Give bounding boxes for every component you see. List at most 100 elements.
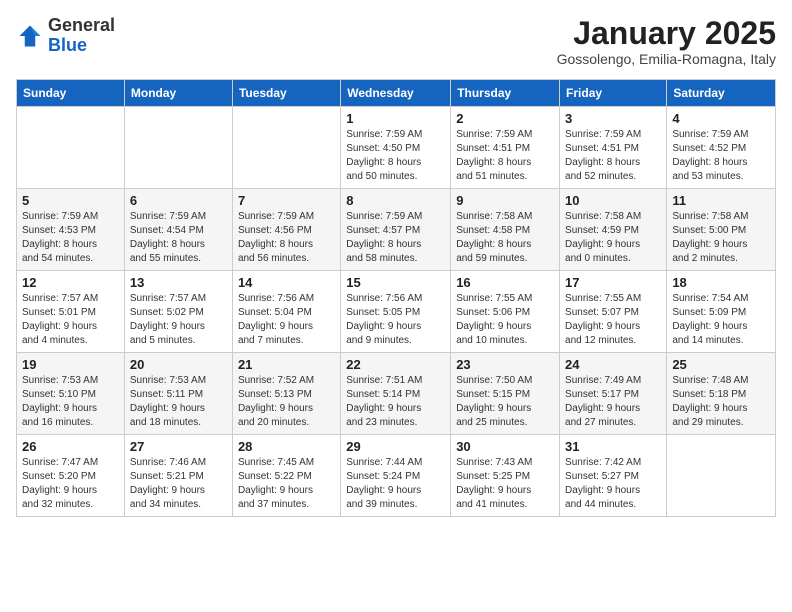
calendar-cell: 24Sunrise: 7:49 AM Sunset: 5:17 PM Dayli… (560, 353, 667, 435)
logo-icon (16, 22, 44, 50)
day-number: 12 (22, 275, 119, 290)
calendar-cell: 22Sunrise: 7:51 AM Sunset: 5:14 PM Dayli… (341, 353, 451, 435)
day-number: 14 (238, 275, 335, 290)
day-number: 18 (672, 275, 770, 290)
day-info: Sunrise: 7:59 AM Sunset: 4:57 PM Dayligh… (346, 210, 445, 266)
day-header-tuesday: Tuesday (232, 80, 340, 107)
logo-blue-text: Blue (48, 35, 87, 55)
day-info: Sunrise: 7:51 AM Sunset: 5:14 PM Dayligh… (346, 374, 445, 430)
day-info: Sunrise: 7:57 AM Sunset: 5:02 PM Dayligh… (130, 292, 227, 348)
day-header-saturday: Saturday (667, 80, 776, 107)
day-header-thursday: Thursday (451, 80, 560, 107)
day-info: Sunrise: 7:59 AM Sunset: 4:51 PM Dayligh… (456, 128, 554, 184)
day-number: 21 (238, 357, 335, 372)
logo-text: General Blue (48, 16, 115, 56)
calendar-cell: 20 Sunrise: 7:53 AM Sunset: 5:11 PM Dayli… (124, 353, 232, 435)
calendar-cell: 7 Sunrise: 7:59 AM Sunset: 4:56 PM Daylig… (232, 189, 340, 271)
day-info: Sunrise: 7:56 AM Sunset: 5:05 PM Dayligh… (346, 292, 445, 348)
day-header-monday: Monday (124, 80, 232, 107)
day-number: 26 (22, 439, 119, 454)
day-info: Sunrise: 7:53 AM Sunset: 5:10 PM Dayligh… (22, 374, 119, 430)
calendar-cell: 4Sunrise: 7:59 AM Sunset: 4:52 PM Daylig… (667, 107, 776, 189)
day-info: Sunrise: 7:45 AM Sunset: 5:22 PM Dayligh… (238, 456, 335, 512)
day-info: Sunrise: 7:59 AM Sunset: 4:51 PM Dayligh… (565, 128, 661, 184)
day-number: 31 (565, 439, 661, 454)
calendar-cell: 31 Sunrise: 7:42 AM Sunset: 5:27 PM Dayli… (560, 435, 667, 517)
day-number: 2 (456, 111, 554, 126)
calendar-cell: 21 Sunrise: 7:52 AM Sunset: 5:13 PM Dayli… (232, 353, 340, 435)
day-number: 5 (22, 193, 119, 208)
day-number: 16 (456, 275, 554, 290)
calendar-cell: 15 Sunrise: 7:56 AM Sunset: 5:05 PM Dayli… (341, 271, 451, 353)
day-number: 23 (456, 357, 554, 372)
day-info: Sunrise: 7:59 AM Sunset: 4:56 PM Dayligh… (238, 210, 335, 266)
day-info: Sunrise: 7:50 AM Sunset: 5:15 PM Dayligh… (456, 374, 554, 430)
day-info: Sunrise: 7:58 AM Sunset: 4:59 PM Dayligh… (565, 210, 661, 266)
day-number: 6 (130, 193, 227, 208)
day-info: Sunrise: 7:53 AM Sunset: 5:11 PM Dayligh… (130, 374, 227, 430)
day-number: 1 (346, 111, 445, 126)
day-number: 9 (456, 193, 554, 208)
title-block: January 2025 Gossolengo, Emilia-Romagna,… (557, 16, 776, 67)
day-number: 30 (456, 439, 554, 454)
day-info: Sunrise: 7:57 AM Sunset: 5:01 PM Dayligh… (22, 292, 119, 348)
day-info: Sunrise: 7:54 AM Sunset: 5:09 PM Dayligh… (672, 292, 770, 348)
calendar-cell: 19 Sunrise: 7:53 AM Sunset: 5:10 PM Dayli… (17, 353, 125, 435)
day-number: 24 (565, 357, 661, 372)
day-info: Sunrise: 7:55 AM Sunset: 5:06 PM Dayligh… (456, 292, 554, 348)
calendar-cell: 29Sunrise: 7:44 AM Sunset: 5:24 PM Dayli… (341, 435, 451, 517)
day-info: Sunrise: 7:58 AM Sunset: 5:00 PM Dayligh… (672, 210, 770, 266)
calendar-cell: 14Sunrise: 7:56 AM Sunset: 5:04 PM Dayli… (232, 271, 340, 353)
day-info: Sunrise: 7:43 AM Sunset: 5:25 PM Dayligh… (456, 456, 554, 512)
calendar-cell: 18 Sunrise: 7:54 AM Sunset: 5:09 PM Dayli… (667, 271, 776, 353)
calendar-cell: 9 Sunrise: 7:58 AM Sunset: 4:58 PM Daylig… (451, 189, 560, 271)
day-info: Sunrise: 7:46 AM Sunset: 5:21 PM Dayligh… (130, 456, 227, 512)
day-info: Sunrise: 7:55 AM Sunset: 5:07 PM Dayligh… (565, 292, 661, 348)
calendar-cell: 10 Sunrise: 7:58 AM Sunset: 4:59 PM Dayli… (560, 189, 667, 271)
week-row-1: 1 Sunrise: 7:59 AM Sunset: 4:50 PM Daylig… (17, 107, 776, 189)
logo: General Blue (16, 16, 115, 56)
calendar-subtitle: Gossolengo, Emilia-Romagna, Italy (557, 51, 776, 67)
calendar-cell: 16 Sunrise: 7:55 AM Sunset: 5:06 PM Dayli… (451, 271, 560, 353)
calendar-cell: 12 Sunrise: 7:57 AM Sunset: 5:01 PM Dayli… (17, 271, 125, 353)
calendar-cell: 28 Sunrise: 7:45 AM Sunset: 5:22 PM Dayli… (232, 435, 340, 517)
day-info: Sunrise: 7:59 AM Sunset: 4:50 PM Dayligh… (346, 128, 445, 184)
calendar-cell (667, 435, 776, 517)
day-header-friday: Friday (560, 80, 667, 107)
week-row-3: 12 Sunrise: 7:57 AM Sunset: 5:01 PM Dayli… (17, 271, 776, 353)
day-number: 4 (672, 111, 770, 126)
day-info: Sunrise: 7:47 AM Sunset: 5:20 PM Dayligh… (22, 456, 119, 512)
logo-general-text: General (48, 15, 115, 35)
day-info: Sunrise: 7:52 AM Sunset: 5:13 PM Dayligh… (238, 374, 335, 430)
week-row-2: 5Sunrise: 7:59 AM Sunset: 4:53 PM Daylig… (17, 189, 776, 271)
day-header-wednesday: Wednesday (341, 80, 451, 107)
week-row-4: 19 Sunrise: 7:53 AM Sunset: 5:10 PM Dayli… (17, 353, 776, 435)
calendar-cell (17, 107, 125, 189)
day-number: 10 (565, 193, 661, 208)
day-number: 25 (672, 357, 770, 372)
page-header: General Blue January 2025 Gossolengo, Em… (16, 16, 776, 67)
day-number: 19 (22, 357, 119, 372)
calendar-cell: 1 Sunrise: 7:59 AM Sunset: 4:50 PM Daylig… (341, 107, 451, 189)
day-number: 7 (238, 193, 335, 208)
day-info: Sunrise: 7:48 AM Sunset: 5:18 PM Dayligh… (672, 374, 770, 430)
calendar-cell: 26 Sunrise: 7:47 AM Sunset: 5:20 PM Dayli… (17, 435, 125, 517)
calendar-cell (232, 107, 340, 189)
day-info: Sunrise: 7:58 AM Sunset: 4:58 PM Dayligh… (456, 210, 554, 266)
calendar-cell: 6Sunrise: 7:59 AM Sunset: 4:54 PM Daylig… (124, 189, 232, 271)
day-number: 15 (346, 275, 445, 290)
day-number: 13 (130, 275, 227, 290)
day-number: 27 (130, 439, 227, 454)
calendar-cell: 2 Sunrise: 7:59 AM Sunset: 4:51 PM Daylig… (451, 107, 560, 189)
day-info: Sunrise: 7:42 AM Sunset: 5:27 PM Dayligh… (565, 456, 661, 512)
day-number: 28 (238, 439, 335, 454)
calendar-table: SundayMondayTuesdayWednesdayThursdayFrid… (16, 79, 776, 517)
day-number: 20 (130, 357, 227, 372)
calendar-cell: 3 Sunrise: 7:59 AM Sunset: 4:51 PM Daylig… (560, 107, 667, 189)
calendar-cell: 23 Sunrise: 7:50 AM Sunset: 5:15 PM Dayli… (451, 353, 560, 435)
day-number: 8 (346, 193, 445, 208)
day-number: 3 (565, 111, 661, 126)
header-row: SundayMondayTuesdayWednesdayThursdayFrid… (17, 80, 776, 107)
calendar-title: January 2025 (557, 16, 776, 51)
day-number: 29 (346, 439, 445, 454)
